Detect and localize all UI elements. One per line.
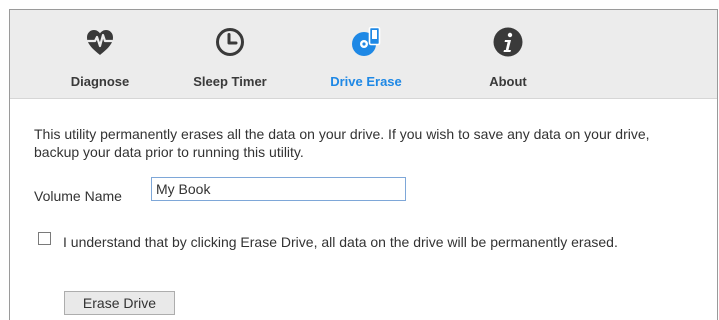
tab-about-label: About [489,74,527,89]
tab-diagnose[interactable]: Diagnose [54,10,146,98]
toolbar: Diagnose Sleep Timer Drive Erase About [10,10,717,99]
drive-erase-icon [352,26,381,56]
description-text: This utility permanently erases all the … [34,126,650,160]
erase-drive-button[interactable]: Erase Drive [64,291,175,315]
tab-drive-erase[interactable]: Drive Erase [320,10,412,98]
tab-drive-erase-label: Drive Erase [330,74,402,89]
info-icon [493,27,523,57]
confirm-checkbox[interactable] [38,232,51,245]
heart-pulse-icon [86,30,114,55]
tab-sleep-timer[interactable]: Sleep Timer [174,10,286,98]
clock-icon [216,28,244,56]
tab-diagnose-label: Diagnose [70,74,130,89]
volume-name-label: Volume Name [34,188,122,204]
tab-sleep-timer-label: Sleep Timer [193,74,267,89]
confirm-label: I understand that by clicking Erase Driv… [63,234,618,250]
app-window: Diagnose Sleep Timer Drive Erase About T… [9,9,718,320]
tab-about[interactable]: About [462,10,554,98]
volume-name-input[interactable] [151,177,406,201]
